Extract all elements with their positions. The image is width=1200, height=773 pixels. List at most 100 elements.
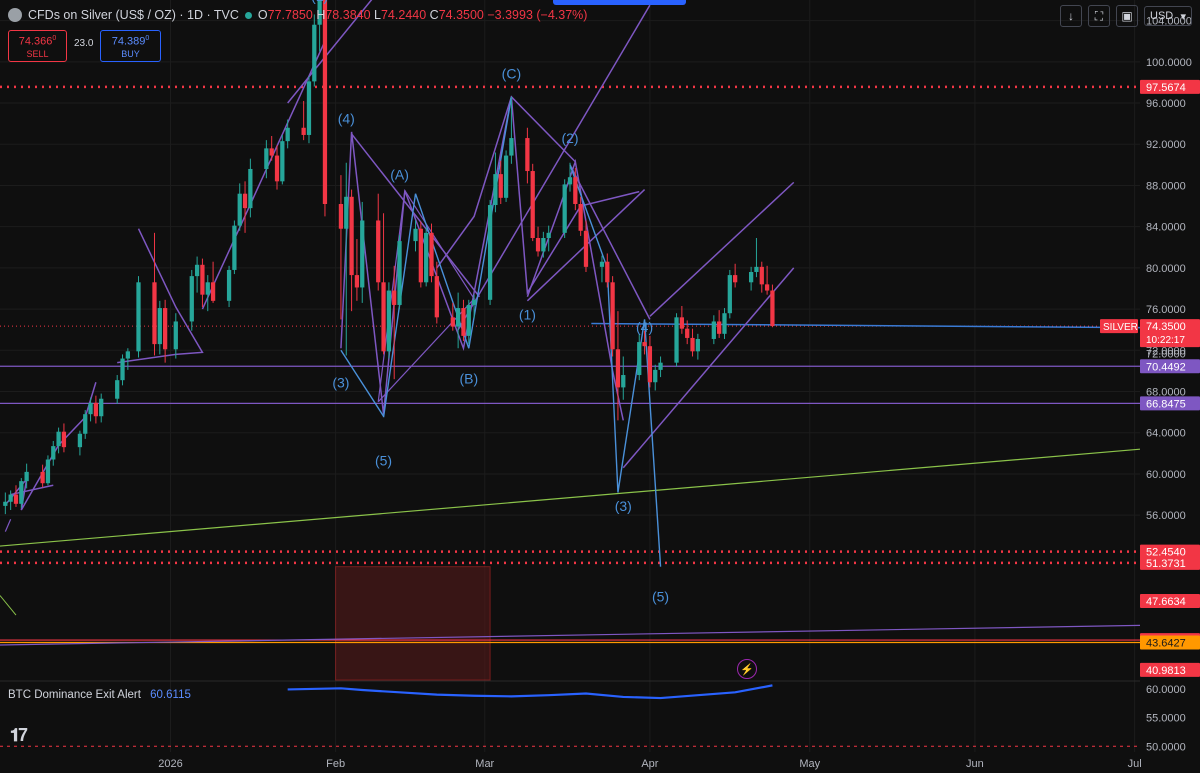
wave-label: (4) <box>636 319 653 335</box>
candle-body <box>493 174 498 206</box>
silver-symbol-icon <box>8 8 22 22</box>
candle-body <box>456 308 461 327</box>
time-tick-label: Apr <box>641 758 658 770</box>
chart-canvas[interactable]: (1) (4) (A) (C) (2) (3) (B) (5) (1) (4) (3) (5) 56.… <box>0 0 1200 773</box>
price-tick-label: 84.0000 <box>1146 222 1186 234</box>
candle-body <box>173 321 178 350</box>
fullscreen-icon[interactable]: ⛶ <box>1088 5 1110 27</box>
candle-body <box>269 148 274 156</box>
candle-body <box>51 446 56 460</box>
candle-body <box>306 81 312 135</box>
indicator-name: BTC Dominance Exit Alert <box>8 689 141 701</box>
candle-body <box>397 241 402 305</box>
candle-body <box>99 398 104 417</box>
candle-body <box>274 155 280 182</box>
indicator-tick-label: 50.0000 <box>1146 741 1186 753</box>
wave-label: (5) <box>652 589 669 605</box>
candle-body <box>530 171 535 238</box>
time-axis[interactable]: 2026 Feb Mar Apr May Jun Jul <box>0 753 1142 773</box>
symbol-tag: SILVER <box>1103 322 1138 333</box>
price-tick-label: 64.0000 <box>1146 428 1186 440</box>
candle-body <box>194 264 200 277</box>
candle-body <box>152 282 157 345</box>
candle-body <box>3 501 8 506</box>
wave-label: (3) <box>615 498 632 514</box>
candle-body <box>381 282 386 352</box>
candle-body <box>605 261 610 283</box>
indicator-legend[interactable]: BTC Dominance Exit Alert 60.6115 <box>8 689 191 701</box>
wave-label: (C) <box>502 65 521 81</box>
top-toolbar-handle[interactable] <box>553 0 686 5</box>
candles <box>3 0 775 515</box>
wave-path-early <box>4 382 97 511</box>
time-tick-label: Feb <box>326 758 345 770</box>
candle-body <box>237 193 242 226</box>
buy-button[interactable]: 74.3890 BUY <box>100 30 161 62</box>
candle-body <box>8 494 13 502</box>
candle-body <box>429 232 434 277</box>
candle-body <box>599 261 605 267</box>
price-tick-label: 56.0000 <box>1146 510 1186 522</box>
candle-body <box>413 228 418 242</box>
sell-button[interactable]: 74.3660 SELL <box>8 30 67 62</box>
green-trendline <box>0 448 1141 547</box>
alert-bolt-icon[interactable]: ⚡ <box>737 659 757 679</box>
candle-body <box>189 276 194 322</box>
candle-body <box>567 177 573 185</box>
time-tick-label: May <box>799 758 820 770</box>
candle-body <box>424 232 429 283</box>
time-tick-label: 2026 <box>158 758 182 770</box>
candle-body <box>88 402 93 415</box>
candle-body <box>200 264 205 295</box>
candle-body <box>733 275 738 283</box>
candle-body <box>93 402 99 417</box>
candle-body <box>360 220 365 288</box>
candle-body <box>690 337 695 352</box>
candle-body <box>727 275 732 314</box>
blue-trendline <box>591 322 1141 329</box>
candle-body <box>392 290 397 305</box>
candle-body <box>386 290 392 352</box>
candle-body <box>610 282 615 350</box>
candle-body <box>434 276 439 318</box>
wave-label: (4) <box>338 111 355 127</box>
candle-body <box>120 358 125 381</box>
price-label: 74.3500 <box>1146 321 1186 333</box>
wave-label: (2) <box>561 130 578 146</box>
price-axis[interactable]: 56.000060.000064.000068.000072.000076.00… <box>1100 0 1200 773</box>
tradingview-logo-icon[interactable]: 𝟏7 <box>10 725 28 746</box>
candle-body <box>40 471 45 484</box>
candle-body <box>280 141 285 182</box>
candle-body <box>770 290 775 327</box>
indicator-value: 60.6115 <box>150 689 191 701</box>
candle-body <box>210 282 216 301</box>
candle-body <box>285 127 290 142</box>
market-status-icon <box>244 11 252 19</box>
time-tick-label: Jul <box>1128 758 1142 770</box>
price-label: 66.8475 <box>1146 398 1186 410</box>
green-stub <box>0 595 17 616</box>
indicator-line <box>287 684 773 700</box>
candle-body <box>322 0 328 205</box>
candle-body <box>722 313 727 334</box>
download-icon[interactable]: ↓ <box>1060 5 1082 27</box>
candle-body <box>717 321 722 334</box>
screenshot-icon[interactable]: ▣ <box>1116 5 1138 27</box>
candle-body <box>136 282 141 352</box>
price-label: 51.3731 <box>1146 558 1186 570</box>
candle-body <box>759 266 764 285</box>
candle-body <box>354 275 360 288</box>
price-label: 47.6634 <box>1146 596 1186 608</box>
price-tick-label: 72.0000 <box>1146 348 1186 360</box>
price-tick-label: 80.0000 <box>1146 263 1186 275</box>
candle-body <box>615 349 621 388</box>
symbol-title[interactable]: CFDs on Silver (US$ / OZ) · 1D · TVC <box>28 8 239 22</box>
price-label: 97.5674 <box>1146 82 1186 94</box>
price-tick-label: 92.0000 <box>1146 139 1186 151</box>
currency-select[interactable]: USD ▾ <box>1144 6 1192 26</box>
candle-body <box>711 321 716 339</box>
purple-stub <box>4 519 12 532</box>
candle-body <box>376 220 381 283</box>
candle-body <box>658 362 663 370</box>
wave-label: (B) <box>459 370 478 386</box>
